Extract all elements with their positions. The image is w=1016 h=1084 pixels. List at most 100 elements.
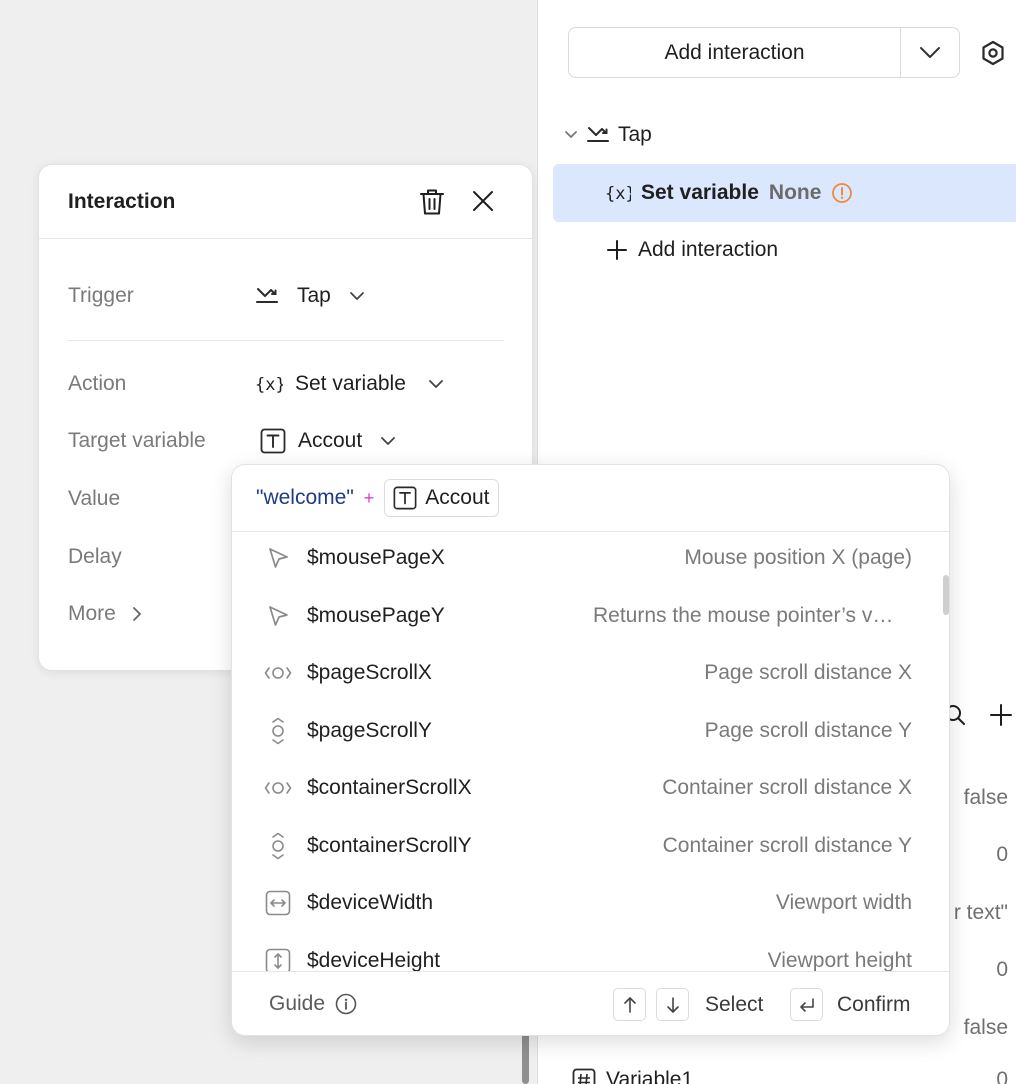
value-row: Value (68, 481, 120, 517)
list-item[interactable]: $mousePageY Returns the mouse pointer’s … (232, 587, 949, 645)
variable-row[interactable]: Variable1 (572, 1068, 693, 1084)
variable-value: 0 (996, 958, 1008, 981)
tap-trigger-icon (587, 127, 609, 142)
list-item[interactable]: $pageScrollX Page scroll distance X (232, 644, 949, 702)
chevron-right-icon (132, 607, 141, 621)
item-name: $pageScrollX (307, 661, 432, 684)
variable-icon: {x} (605, 184, 631, 204)
action-label: Action (68, 372, 127, 395)
canvas-scrollbar[interactable] (522, 1030, 529, 1084)
list-item[interactable]: $deviceHeight Viewport height (232, 932, 949, 971)
item-name: $containerScrollX (307, 776, 472, 799)
text-type-icon (260, 428, 286, 454)
item-description: Container scroll distance X (662, 776, 912, 799)
target-variable-select[interactable]: Accout (260, 423, 396, 459)
delay-row: Delay (68, 539, 122, 575)
tree-action-value: None (768, 181, 822, 204)
tree-trigger-item[interactable]: Tap (564, 117, 652, 153)
cursor-icon (264, 544, 292, 572)
list-item[interactable]: $containerScrollY Container scroll dista… (232, 817, 949, 875)
close-button[interactable] (471, 189, 495, 218)
target-variable-label: Target variable (68, 429, 206, 452)
value-expression-input[interactable]: "welcome" + Accout (232, 465, 949, 532)
dropdown-scrollbar[interactable] (943, 575, 949, 615)
svg-text:{x}: {x} (605, 184, 631, 204)
confirm-label: Confirm (837, 992, 911, 1016)
trigger-label: Trigger (68, 284, 134, 307)
add-interaction-button-group: Add interaction (568, 27, 960, 78)
more-row[interactable]: More (68, 596, 142, 632)
number-type-icon (572, 1068, 596, 1084)
item-name: $deviceWidth (307, 891, 434, 914)
item-name: $mousePageX (307, 546, 445, 569)
close-icon (473, 191, 493, 211)
item-description: Viewport width (775, 891, 912, 914)
height-icon (264, 947, 292, 971)
item-description: Viewport height (767, 949, 912, 971)
tree-action-item[interactable]: {x} Set variable None (553, 164, 1016, 222)
item-description: Returns the mouse pointer’s vertical pos… (593, 604, 903, 627)
list-item[interactable]: $mousePageX Mouse position X (page) (232, 533, 949, 587)
delete-button[interactable] (419, 188, 445, 221)
trigger-select[interactable]: Tap (255, 278, 365, 314)
expression-variable-chip[interactable]: Accout (384, 479, 499, 517)
variable-value: 0 (996, 1068, 1008, 1084)
guide-label: Guide (269, 992, 326, 1015)
item-name: $containerScrollY (307, 834, 472, 857)
guide-link[interactable]: Guide (269, 992, 357, 1016)
chip-label: Accout (425, 486, 490, 509)
expression-plus: + (363, 487, 375, 508)
list-item[interactable]: $deviceWidth Viewport width (232, 874, 949, 932)
scroll-vertical-icon (264, 717, 292, 745)
arrow-up-icon (623, 996, 636, 1013)
variable-value: false (963, 1016, 1008, 1039)
variable-value: r text" (953, 901, 1008, 924)
trigger-value: Tap (297, 284, 331, 307)
dropdown-footer: Guide Select Confirm (232, 971, 949, 1035)
add-interaction-dropdown-button[interactable] (901, 28, 959, 77)
variable-value: 0 (996, 843, 1008, 866)
tree-add-interaction[interactable]: Add interaction (606, 232, 778, 268)
tree-add-interaction-label: Add interaction (638, 238, 779, 261)
delay-label: Delay (68, 545, 122, 568)
more-label: More (68, 602, 116, 625)
list-item[interactable]: $containerScrollX Container scroll dista… (232, 759, 949, 817)
text-type-icon (393, 486, 417, 510)
confirm-hint: Confirm (790, 988, 911, 1021)
select-hint: Select (613, 988, 763, 1021)
arrow-down-icon (666, 996, 679, 1013)
svg-text:{x}: {x} (255, 375, 283, 395)
enter-icon (799, 997, 814, 1012)
interaction-panel-header: Interaction (39, 165, 532, 239)
cursor-icon (264, 602, 292, 630)
plus-icon[interactable] (989, 703, 1013, 727)
panel-title: Interaction (68, 189, 176, 213)
variable-list: $mousePageX Mouse position X (page) $mou… (232, 533, 949, 971)
action-select[interactable]: {x} Set variable (255, 366, 444, 402)
chevron-down-icon (429, 380, 443, 388)
warning-icon (832, 183, 853, 203)
arrow-up-key (613, 988, 646, 1021)
target-variable-row: Target variable (68, 423, 206, 459)
divider (68, 340, 504, 341)
tree-action-label: Set variable (641, 181, 759, 204)
plus-icon (607, 240, 627, 260)
value-label: Value (68, 487, 121, 510)
info-icon (335, 993, 357, 1015)
width-icon (264, 889, 292, 917)
item-description: Container scroll distance Y (662, 834, 912, 857)
trigger-row: Trigger (68, 278, 134, 314)
arrow-down-key (656, 988, 689, 1021)
add-interaction-button[interactable]: Add interaction (569, 28, 901, 77)
list-item[interactable]: $pageScrollY Page scroll distance Y (232, 702, 949, 760)
target-variable-value: Accout (298, 429, 363, 452)
tree-trigger-label: Tap (618, 123, 652, 146)
action-value: Set variable (295, 372, 406, 395)
chevron-down-icon (920, 46, 940, 58)
action-row: Action (68, 366, 126, 402)
select-label: Select (705, 992, 764, 1016)
scroll-horizontal-icon (264, 659, 292, 687)
settings-icon[interactable] (978, 38, 1008, 68)
variable-name: Variable1 (606, 1068, 694, 1084)
chevron-down-icon (381, 437, 396, 445)
